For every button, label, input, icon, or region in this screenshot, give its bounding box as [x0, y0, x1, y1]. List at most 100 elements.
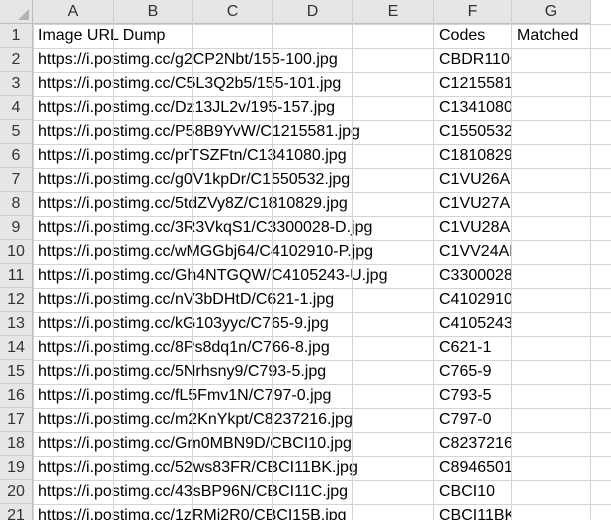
cell-url[interactable]: https://i.postimg.cc/43sBP96N/CBCI11C.jp… [33, 480, 434, 504]
cell-url[interactable]: https://i.postimg.cc/Gh4NTGQW/C4105243-U… [33, 264, 434, 288]
cell-url[interactable]: https://i.postimg.cc/C5L3Q2b5/155-101.jp… [33, 72, 434, 96]
cell-url[interactable]: https://i.postimg.cc/g0V1kpDr/C1550532.j… [33, 168, 434, 192]
cell-f1-header[interactable]: Codes [434, 24, 512, 48]
cell-code[interactable]: C621-1 [434, 336, 512, 360]
cell-matched[interactable] [512, 360, 591, 384]
cell-url[interactable]: https://i.postimg.cc/fL5Fmv1N/C797-0.jpg [33, 384, 434, 408]
gridline [433, 24, 434, 520]
row-header-2[interactable]: 2 [0, 48, 33, 72]
cell-url[interactable]: https://i.postimg.cc/8Ps8dq1n/C766-8.jpg [33, 336, 434, 360]
cell-url[interactable]: https://i.postimg.cc/1zRMj2R0/CBCI15B.jp… [33, 504, 434, 520]
cell-url[interactable]: https://i.postimg.cc/3R3VkqS1/C3300028-D… [33, 216, 434, 240]
column-header-b[interactable]: B [114, 0, 193, 24]
cell-url[interactable]: https://i.postimg.cc/P58B9YvW/C1215581.j… [33, 120, 434, 144]
cell-url[interactable]: https://i.postimg.cc/prTSZFtn/C1341080.j… [33, 144, 434, 168]
row-header-9[interactable]: 9 [0, 216, 33, 240]
column-header-a[interactable]: A [33, 0, 114, 24]
row-header-19[interactable]: 19 [0, 456, 33, 480]
cell-code[interactable]: C765-9 [434, 360, 512, 384]
cell-matched[interactable] [512, 216, 591, 240]
cell-matched[interactable] [512, 264, 591, 288]
row-header-13[interactable]: 13 [0, 312, 33, 336]
cell-url[interactable]: https://i.postimg.cc/52ws83FR/CBCI11BK.j… [33, 456, 434, 480]
cell-code[interactable]: C4102910P [434, 288, 512, 312]
row-header-12[interactable]: 12 [0, 288, 33, 312]
row-header-21[interactable]: 21 [0, 504, 33, 520]
cell-code[interactable]: C4105243U [434, 312, 512, 336]
cell-code[interactable]: CBDR110C [434, 48, 512, 72]
cell-code[interactable]: C793-5 [434, 384, 512, 408]
cell-code[interactable]: C8237216 [434, 432, 512, 456]
cell-url[interactable]: https://i.postimg.cc/5Nrhsny9/C793-5.jpg [33, 360, 434, 384]
cell-matched[interactable] [512, 48, 591, 72]
cell-code[interactable]: C1341080 [434, 96, 512, 120]
row-header-container: 20 [0, 480, 33, 504]
row-header-container: 19 [0, 456, 33, 480]
cell-matched[interactable] [512, 96, 591, 120]
cell-matched[interactable] [512, 192, 591, 216]
cell-matched[interactable] [512, 72, 591, 96]
cell-matched[interactable] [512, 168, 591, 192]
row-header-6[interactable]: 6 [0, 144, 33, 168]
cell-matched[interactable] [512, 504, 591, 520]
row-header-14[interactable]: 14 [0, 336, 33, 360]
cell-matched[interactable] [512, 384, 591, 408]
row-header-16[interactable]: 16 [0, 384, 33, 408]
row-header-5[interactable]: 5 [0, 120, 33, 144]
row-header-4[interactable]: 4 [0, 96, 33, 120]
row-header-container: 9 [0, 216, 33, 240]
select-all-corner[interactable] [0, 0, 33, 24]
cell-url[interactable]: https://i.postimg.cc/nV3bDHtD/C621-1.jpg [33, 288, 434, 312]
cell-url[interactable]: https://i.postimg.cc/m2KnYkpt/C8237216.j… [33, 408, 434, 432]
cell-code[interactable]: CBCI10 [434, 480, 512, 504]
row-header-17[interactable]: 17 [0, 408, 33, 432]
row-header-3[interactable]: 3 [0, 72, 33, 96]
row-header-1[interactable]: 1 [0, 24, 33, 48]
cell-matched[interactable] [512, 144, 591, 168]
cell-url[interactable]: https://i.postimg.cc/wMGGbj64/C4102910-P… [33, 240, 434, 264]
cell-code[interactable]: C3300028D [434, 264, 512, 288]
cell-url[interactable]: https://i.postimg.cc/g2CP2Nbt/155-100.jp… [33, 48, 434, 72]
cell-matched[interactable] [512, 288, 591, 312]
column-header-g[interactable]: G [512, 0, 591, 24]
row-header-20[interactable]: 20 [0, 480, 33, 504]
select-all-icon [18, 9, 29, 20]
column-header-d[interactable]: D [273, 0, 353, 24]
row-header-11[interactable]: 11 [0, 264, 33, 288]
cell-code[interactable]: C797-0 [434, 408, 512, 432]
cell-matched[interactable] [512, 456, 591, 480]
cell-matched[interactable] [512, 312, 591, 336]
column-header-f[interactable]: F [434, 0, 512, 24]
row-header-7[interactable]: 7 [0, 168, 33, 192]
cell-code[interactable]: C1VV24AN [434, 240, 512, 264]
row-header-10[interactable]: 10 [0, 240, 33, 264]
cell-matched[interactable] [512, 480, 591, 504]
cell-code[interactable]: C1VU27AN [434, 192, 512, 216]
cell-matched[interactable] [512, 120, 591, 144]
cell-code[interactable]: C1VU28AN [434, 216, 512, 240]
cell-url[interactable]: https://i.postimg.cc/Gm0MBN9D/CBCI10.jpg [33, 432, 434, 456]
cell-code[interactable]: C1550532 [434, 120, 512, 144]
cell-code[interactable]: C1215581 [434, 72, 512, 96]
cell-code[interactable]: C1VU26AN [434, 168, 512, 192]
cell-code[interactable]: C1810829 [434, 144, 512, 168]
column-header-e[interactable]: E [353, 0, 434, 24]
cell-url[interactable]: https://i.postimg.cc/Dz13JL2v/195-157.jp… [33, 96, 434, 120]
cell-matched[interactable] [512, 336, 591, 360]
cell-g1-header[interactable]: Matched [512, 24, 591, 48]
cell-matched[interactable] [512, 432, 591, 456]
cell-a1-header[interactable]: Image URL Dump [33, 24, 434, 48]
row-header-18[interactable]: 18 [0, 432, 33, 456]
cell-url[interactable]: https://i.postimg.cc/5tdZVy8Z/C1810829.j… [33, 192, 434, 216]
row-header-container: 13 [0, 312, 33, 336]
row-header-15[interactable]: 15 [0, 360, 33, 384]
cell-code[interactable]: C8946501 [434, 456, 512, 480]
cell-matched[interactable] [512, 408, 591, 432]
row-header-8[interactable]: 8 [0, 192, 33, 216]
gridline [590, 24, 591, 520]
cell-code[interactable]: CBCI11BK [434, 504, 512, 520]
spreadsheet: ABCDEFG 1 Image URL Dump Codes Matched 2 http… [0, 0, 611, 520]
cell-url[interactable]: https://i.postimg.cc/kG103yyc/C765-9.jpg [33, 312, 434, 336]
cell-matched[interactable] [512, 240, 591, 264]
column-header-c[interactable]: C [193, 0, 273, 24]
